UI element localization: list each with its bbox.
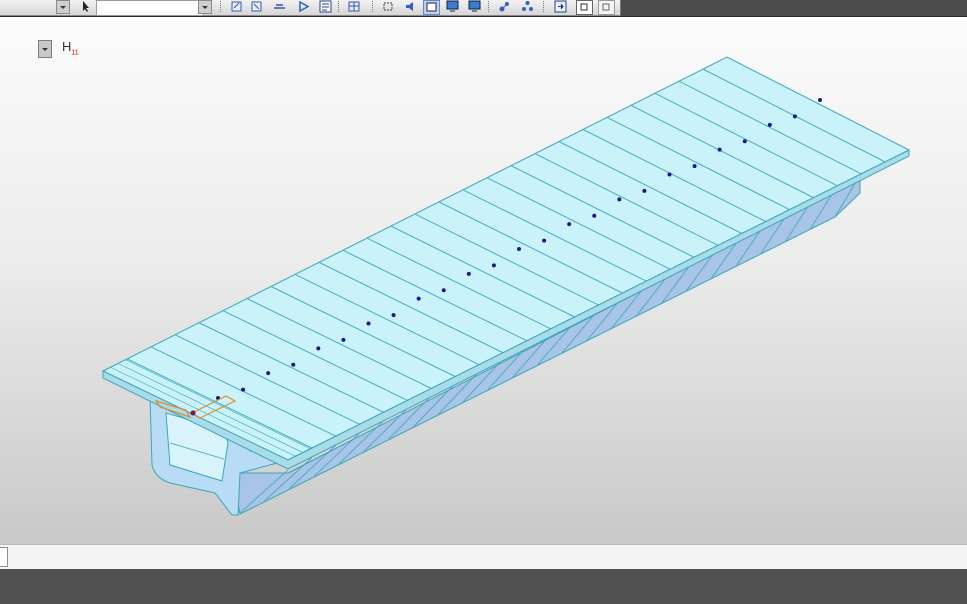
- audio-icon[interactable]: [403, 0, 418, 13]
- toolbar-combo[interactable]: [96, 0, 204, 16]
- node-point: [642, 188, 647, 193]
- node-point: [291, 362, 296, 367]
- node-icon[interactable]: [497, 0, 512, 13]
- node-point: [491, 263, 496, 268]
- node-point: [717, 147, 722, 152]
- node-point: [266, 371, 271, 376]
- report-icon[interactable]: [318, 0, 333, 13]
- node-point: [241, 387, 246, 392]
- info-icon[interactable]: [598, 0, 615, 15]
- line-icon[interactable]: [272, 0, 287, 13]
- node-point: [617, 197, 622, 202]
- document-tab[interactable]: [0, 547, 8, 567]
- run-icon[interactable]: [296, 0, 311, 13]
- monitor-alt-icon[interactable]: [467, 0, 482, 13]
- node-point: [391, 313, 396, 318]
- node-point: [466, 271, 471, 276]
- node-point: [818, 98, 822, 102]
- view-icon[interactable]: [423, 0, 440, 15]
- node-point: [792, 114, 797, 119]
- frame-icon[interactable]: [381, 0, 396, 13]
- document-tab-bar: [0, 544, 967, 570]
- node-point: [767, 122, 772, 127]
- toolbar-separator: [488, 1, 490, 12]
- node-point: [692, 164, 697, 169]
- node-point: [592, 213, 597, 218]
- node-point: [366, 321, 371, 326]
- toolbar-separator: [372, 1, 374, 12]
- toolbar-separator: [220, 1, 222, 12]
- monitor-icon[interactable]: [445, 0, 460, 13]
- selected-node: [190, 410, 196, 416]
- node-point: [316, 346, 321, 351]
- deck-top-face: [101, 56, 911, 461]
- import-icon[interactable]: [553, 0, 568, 13]
- save-icon[interactable]: [576, 0, 593, 15]
- grid-icon[interactable]: [347, 0, 362, 13]
- node-point: [567, 222, 572, 227]
- node-point: [441, 288, 446, 293]
- toolbar-separator: [543, 1, 545, 12]
- model-viewport[interactable]: H11: [0, 17, 967, 547]
- node-point: [742, 139, 747, 144]
- node-point: [542, 238, 547, 243]
- node-point: [341, 337, 346, 342]
- select-arrow-icon[interactable]: [78, 0, 93, 13]
- toolbar-strip: [0, 0, 621, 16]
- link-icon[interactable]: [520, 0, 535, 13]
- node-point: [416, 296, 421, 301]
- top-toolbar: [0, 0, 967, 17]
- node-point: [517, 247, 521, 251]
- toolbar-separator: [338, 1, 340, 12]
- status-bar: [0, 569, 967, 604]
- dropdown-arrow-icon[interactable]: [56, 0, 70, 14]
- combo-dropdown-icon[interactable]: [198, 0, 212, 14]
- node-point: [667, 172, 672, 177]
- bridge-girder-model[interactable]: [0, 20, 967, 547]
- copy-icon[interactable]: [230, 0, 245, 13]
- paste-icon[interactable]: [250, 0, 265, 13]
